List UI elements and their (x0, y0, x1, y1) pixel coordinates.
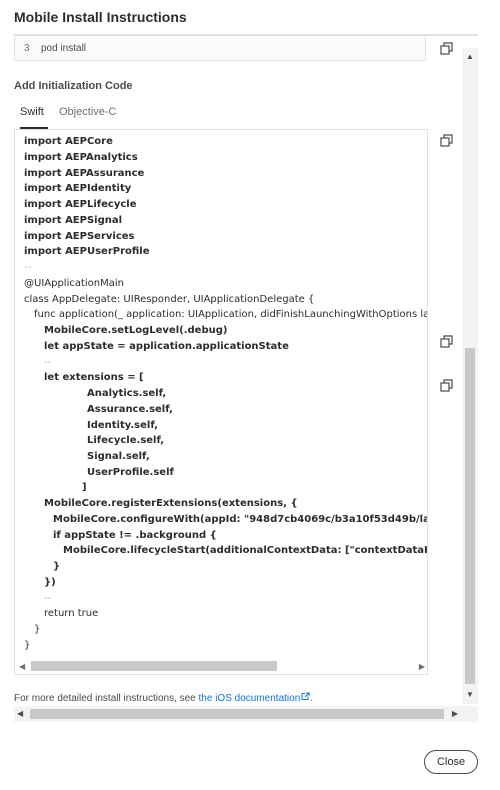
footer-suffix: . (310, 693, 314, 702)
code-line: Analytics.self, (87, 388, 167, 399)
code-line: }) (44, 577, 56, 588)
pod-install-code-block: 3 pod install (14, 37, 426, 61)
code-line: ] (82, 482, 87, 493)
code-line: Lifecycle.self, (87, 435, 165, 446)
scroll-up-icon[interactable]: ▲ (466, 52, 474, 61)
external-link-icon (301, 692, 310, 700)
ios-documentation-link[interactable]: the iOS documentation (198, 692, 311, 702)
code-line: MobileCore.configureWith(appId: "948d7cb… (53, 514, 427, 525)
tab-swift[interactable]: Swift (20, 106, 44, 118)
scroll-left-icon[interactable]: ◀ (19, 662, 25, 671)
vertical-scroll-thumb[interactable] (465, 348, 475, 684)
code-line: import AEPCore (24, 136, 113, 147)
code-line: Identity.self, (87, 420, 158, 431)
code-line: -- (44, 593, 52, 604)
code-line: import AEPLifecycle (24, 199, 137, 210)
title-divider (14, 34, 478, 36)
scroll-right-icon[interactable]: ▶ (452, 709, 458, 718)
code-line: } (34, 624, 41, 635)
init-code-heading: Add Initialization Code (14, 80, 133, 92)
code-line: let extensions = [ (44, 372, 144, 383)
init-code-block: import AEPCore import AEPAnalytics import … (14, 129, 428, 675)
code-line: MobileCore.lifecycleStart(additionalCont… (63, 545, 427, 556)
code-line: let appState = application.applicationSt… (44, 341, 289, 352)
dialog-horizontal-scrollbar[interactable]: ◀ ▶ (14, 706, 478, 722)
scroll-down-icon[interactable]: ▼ (466, 690, 474, 699)
code-line: UserProfile.self (87, 467, 174, 478)
code-line: Assurance.self, (87, 404, 173, 415)
code-line: } (53, 561, 61, 572)
code-line: } (24, 640, 31, 651)
code-line: return true (44, 608, 99, 619)
code-line: class AppDelegate: UIResponder, UIApplic… (24, 294, 315, 305)
dialog-content: 3 pod install Add Initialization Code Sw… (0, 37, 464, 702)
code-horizontal-scrollbar[interactable]: ◀ ▶ (19, 660, 425, 672)
tab-objective-c[interactable]: Objective-C (59, 106, 116, 118)
code-line: func application(_ application: UIApplic… (34, 309, 427, 320)
code-line: -- (44, 357, 52, 368)
dialog-vertical-scrollbar[interactable]: ▲ ▼ (462, 48, 478, 704)
install-dialog: Mobile Install Instructions 3 pod instal… (0, 0, 500, 790)
copy-icon[interactable] (440, 42, 453, 55)
horizontal-scroll-thumb[interactable] (30, 709, 444, 719)
code-line: import AEPSignal (24, 215, 123, 226)
footer-note: For more detailed install instructions, … (14, 692, 313, 702)
code-line: MobileCore.setLogLevel(.debug) (44, 325, 228, 336)
code-line: import AEPIdentity (24, 183, 132, 194)
code-scroll-thumb[interactable] (31, 661, 277, 671)
code-line: import AEPUserProfile (24, 246, 150, 257)
close-button[interactable]: Close (424, 750, 478, 774)
copy-icon[interactable] (440, 335, 453, 348)
code-line: import AEPServices (24, 231, 135, 242)
pod-install-text: pod install (41, 43, 87, 54)
code-line: if appState != .background { (53, 530, 217, 541)
scroll-left-icon[interactable]: ◀ (17, 709, 23, 718)
code-line: -- (24, 262, 32, 273)
dialog-title: Mobile Install Instructions (14, 9, 187, 25)
language-tabs: Swift Objective-C (14, 103, 426, 129)
footer-prefix: For more detailed install instructions, … (14, 693, 199, 702)
line-number: 3 (24, 43, 30, 54)
copy-icon[interactable] (440, 134, 453, 147)
code-line: import AEPAnalytics (24, 152, 138, 163)
code-line: MobileCore.registerExtensions(extensions… (44, 498, 298, 509)
code-line: Signal.self, (87, 451, 150, 462)
scroll-right-icon[interactable]: ▶ (419, 662, 425, 671)
code-line: import AEPAssurance (24, 168, 145, 179)
copy-icon[interactable] (440, 379, 453, 392)
code-line: @UIApplicationMain (24, 278, 125, 289)
ios-documentation-link-text: the iOS documentation (198, 693, 301, 702)
